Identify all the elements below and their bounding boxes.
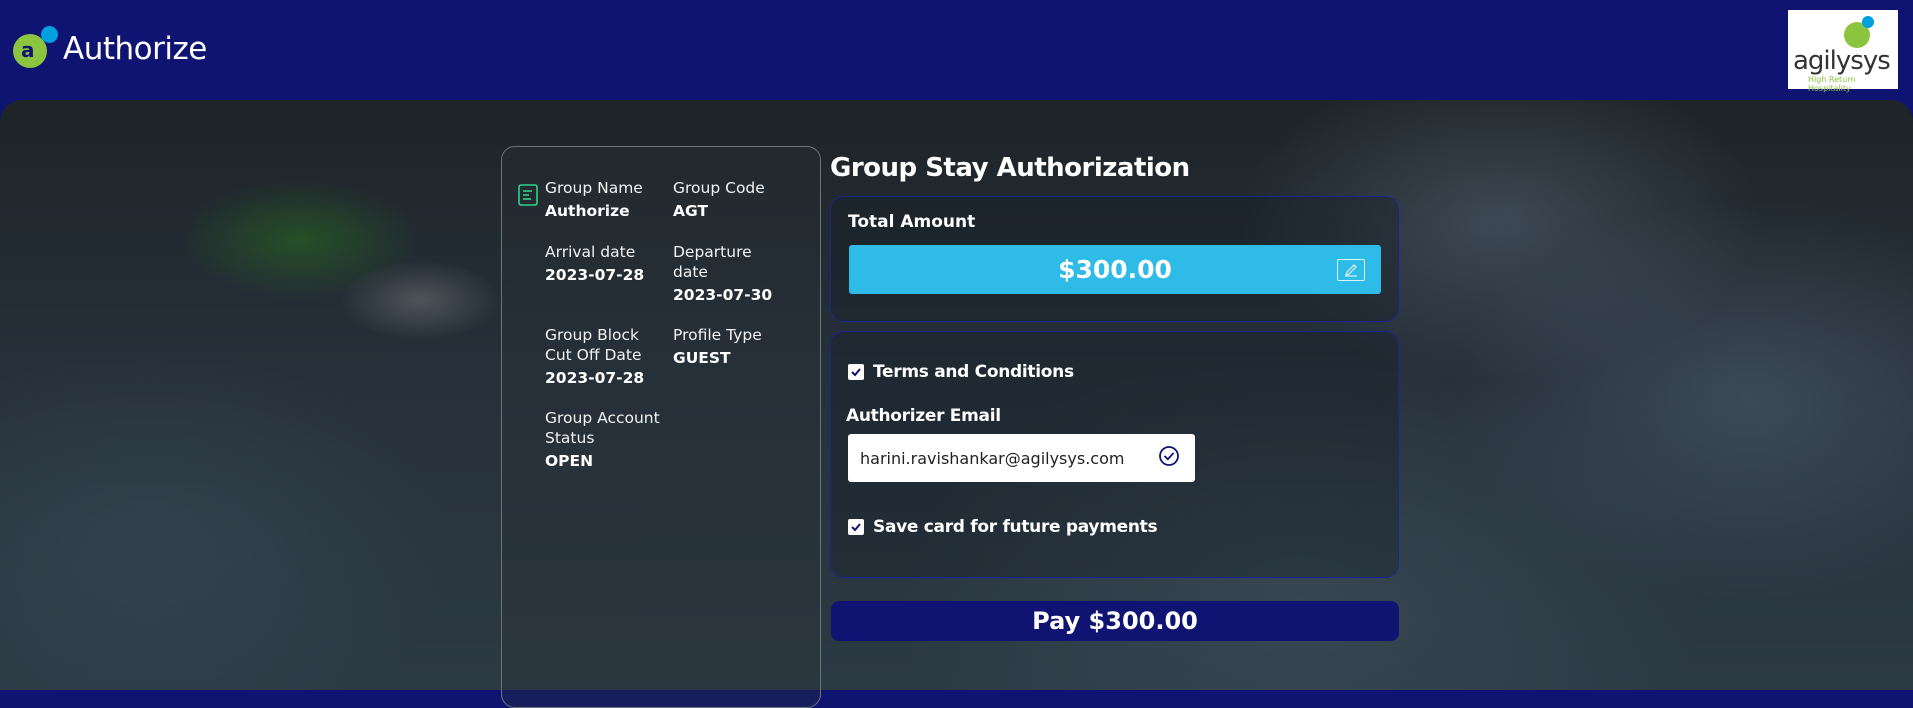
page-title: Group Stay Authorization bbox=[830, 153, 1190, 183]
checkmark-icon bbox=[851, 368, 861, 377]
group-name-field: Group Name Authorize bbox=[545, 178, 643, 221]
agilysys-a-logo-icon: a bbox=[13, 26, 58, 72]
check-circle-icon bbox=[1159, 446, 1179, 466]
profile-type-label: Profile Type bbox=[673, 326, 762, 344]
group-code-field: Group Code AGT bbox=[673, 178, 765, 221]
save-card-checkbox[interactable] bbox=[848, 519, 864, 535]
total-amount-label: Total Amount bbox=[848, 212, 976, 232]
group-code-label: Group Code bbox=[673, 179, 765, 197]
partner-brand: agilysys bbox=[1793, 46, 1891, 76]
arrival-date-field: Arrival date 2023-07-28 bbox=[545, 242, 644, 285]
brand: a Authorize bbox=[13, 26, 207, 72]
account-status-value: OPEN bbox=[545, 452, 594, 470]
group-name-value: Authorize bbox=[545, 202, 630, 220]
departure-date-label-line2: date bbox=[673, 263, 708, 281]
account-status-label-line2: Status bbox=[545, 429, 595, 447]
account-status-field: Group Account Status OPEN bbox=[545, 408, 660, 471]
terms-checkbox[interactable] bbox=[848, 364, 864, 380]
cutoff-date-label-line1: Group Block bbox=[545, 326, 640, 344]
total-amount-display: $300.00 bbox=[849, 245, 1381, 294]
departure-date-field: Departure date 2023-07-30 bbox=[673, 242, 772, 305]
arrival-date-label: Arrival date bbox=[545, 243, 636, 261]
terms-label[interactable]: Terms and Conditions bbox=[873, 362, 1074, 382]
pay-button[interactable]: Pay $300.00 bbox=[831, 601, 1399, 641]
authorizer-email-input[interactable] bbox=[848, 434, 1195, 482]
group-name-label: Group Name bbox=[545, 179, 643, 197]
profile-type-field: Profile Type GUEST bbox=[673, 325, 762, 368]
departure-date-label-line1: Departure bbox=[673, 243, 752, 261]
cutoff-date-label-line2: Cut Off Date bbox=[545, 346, 642, 364]
total-amount-value: $300.00 bbox=[1058, 255, 1172, 284]
partner-logo: agilysys High Return Hospitality bbox=[1788, 10, 1898, 93]
app-header: a Authorize agilysys High Return Hospita… bbox=[0, 0, 1913, 100]
group-code-value: AGT bbox=[673, 202, 709, 220]
app-title: Authorize bbox=[63, 31, 207, 67]
arrival-date-value: 2023-07-28 bbox=[545, 266, 645, 284]
checkmark-icon bbox=[851, 523, 861, 532]
departure-date-value: 2023-07-30 bbox=[673, 286, 773, 304]
authorizer-email-label: Authorizer Email bbox=[846, 406, 1001, 426]
cutoff-date-value: 2023-07-28 bbox=[545, 369, 645, 387]
profile-type-value: GUEST bbox=[673, 349, 731, 367]
save-card-label[interactable]: Save card for future payments bbox=[873, 517, 1158, 537]
document-icon bbox=[518, 184, 538, 206]
partner-tagline: High Return Hospitality bbox=[1808, 75, 1856, 93]
account-status-label-line1: Group Account bbox=[545, 409, 660, 427]
edit-pencil-icon[interactable] bbox=[1337, 259, 1365, 281]
cutoff-date-field: Group Block Cut Off Date 2023-07-28 bbox=[545, 325, 644, 388]
